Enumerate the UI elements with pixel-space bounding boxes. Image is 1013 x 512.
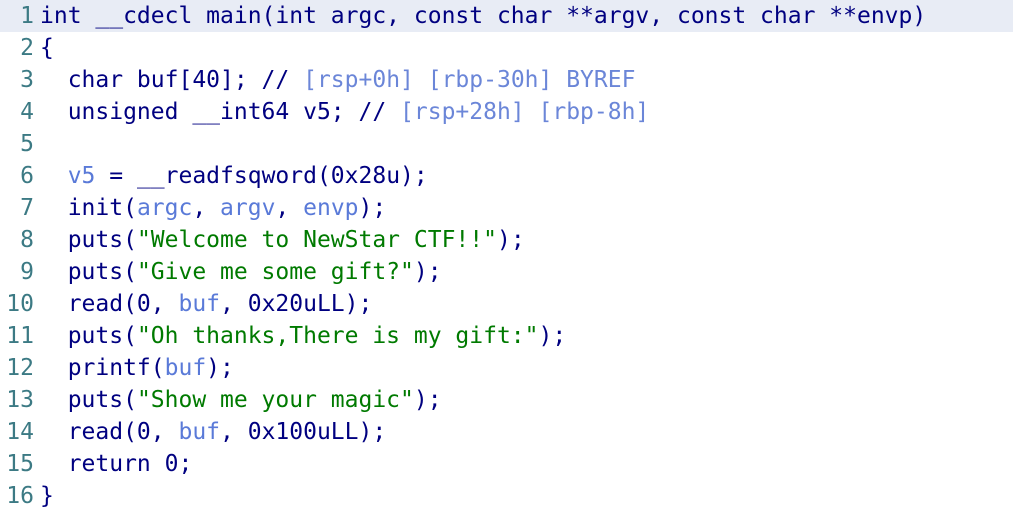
line-number: 3 [20,67,34,93]
comment-address[interactable]: [rsp+28h] [rbp-8h] [400,99,649,125]
code-line[interactable]: 5 [0,128,1013,160]
code-line[interactable]: 7 init(argc, argv, envp); [0,192,1013,224]
identifier[interactable]: v5 [68,163,96,189]
line-number: 1 [20,3,34,29]
code-line[interactable]: 11 puts("Oh thanks,There is my gift:"); [0,320,1013,352]
code-text[interactable]: v5 = __readfsqword(0x28u); [40,160,428,192]
string-literal[interactable]: "Show me your magic" [137,387,414,413]
code-token[interactable]: char buf[40]; // [40,67,303,93]
code-line[interactable]: 4 unsigned __int64 v5; // [rsp+28h] [rbp… [0,96,1013,128]
line-number: 5 [20,131,34,157]
string-literal[interactable]: "Oh thanks,There is my gift:" [137,323,539,349]
identifier[interactable]: envp [303,195,358,221]
code-text[interactable]: puts("Give me some gift?"); [40,256,442,288]
code-token[interactable]: int __cdecl main(int argc, const char **… [40,3,926,29]
code-token[interactable]: , 0x100uLL); [220,419,386,445]
code-text[interactable]: read(0, buf, 0x100uLL); [40,416,387,448]
line-number: 15 [6,451,34,477]
code-token[interactable]: ); [414,387,442,413]
code-token[interactable]: = __readfsqword(0x28u); [95,163,428,189]
code-text[interactable]: { [40,32,54,64]
identifier[interactable]: buf [165,355,207,381]
code-line[interactable]: 6 v5 = __readfsqword(0x28u); [0,160,1013,192]
line-number: 16 [6,483,34,509]
comment-address[interactable]: BYREF [552,67,635,93]
string-literal[interactable]: "Welcome to NewStar CTF!!" [137,227,497,253]
line-number: 2 [20,35,34,61]
code-token[interactable]: ); [359,195,387,221]
code-line[interactable]: 1 int __cdecl main(int argc, const char *… [0,0,1013,32]
code-token[interactable]: read(0, [40,291,178,317]
code-line[interactable]: 16} [0,480,1013,512]
code-token[interactable] [40,163,68,189]
code-text[interactable]: unsigned __int64 v5; // [rsp+28h] [rbp-8… [40,96,650,128]
code-text[interactable]: } [40,480,54,512]
line-number: 8 [20,227,34,253]
code-line[interactable]: 15 return 0; [0,448,1013,480]
code-text[interactable]: int __cdecl main(int argc, const char **… [40,0,926,32]
code-token[interactable]: ); [414,259,442,285]
code-token[interactable]: } [40,483,54,509]
line-number: 4 [20,99,34,125]
code-text[interactable]: puts("Welcome to NewStar CTF!!"); [40,224,525,256]
code-token[interactable]: read(0, [40,419,178,445]
code-line[interactable]: 10 read(0, buf, 0x20uLL); [0,288,1013,320]
code-text[interactable]: puts("Show me your magic"); [40,384,442,416]
code-line[interactable]: 9 puts("Give me some gift?"); [0,256,1013,288]
code-line[interactable]: 12 printf(buf); [0,352,1013,384]
code-token[interactable]: puts( [40,323,137,349]
code-token[interactable]: , [275,195,303,221]
line-number: 11 [6,323,34,349]
line-number: 7 [20,195,34,221]
code-token[interactable]: , [192,195,220,221]
comment-address[interactable]: [rsp+0h] [rbp-30h] [303,67,552,93]
code-text[interactable]: return 0; [40,448,193,480]
string-literal[interactable]: "Give me some gift?" [137,259,414,285]
line-number: 13 [6,387,34,413]
identifier[interactable]: argc [137,195,192,221]
code-text[interactable]: init(argc, argv, envp); [40,192,387,224]
code-line[interactable]: 3 char buf[40]; // [rsp+0h] [rbp-30h] BY… [0,64,1013,96]
code-text[interactable]: char buf[40]; // [rsp+0h] [rbp-30h] BYRE… [40,64,636,96]
code-line[interactable]: 13 puts("Show me your magic"); [0,384,1013,416]
code-token[interactable]: printf( [40,355,165,381]
code-line[interactable]: 14 read(0, buf, 0x100uLL); [0,416,1013,448]
code-token[interactable]: , 0x20uLL); [220,291,372,317]
code-token[interactable]: { [40,35,54,61]
line-number: 10 [6,291,34,317]
code-token[interactable]: unsigned __int64 v5; // [40,99,400,125]
code-line[interactable]: 2{ [0,32,1013,64]
line-number: 9 [20,259,34,285]
code-text[interactable]: printf(buf); [40,352,234,384]
code-text[interactable]: read(0, buf, 0x20uLL); [40,288,373,320]
code-token[interactable]: return 0; [40,451,193,477]
code-token[interactable]: ); [206,355,234,381]
code-token[interactable]: init( [40,195,137,221]
code-token[interactable]: ); [539,323,567,349]
code-line[interactable]: 8 puts("Welcome to NewStar CTF!!"); [0,224,1013,256]
pseudocode-editor[interactable]: 1 int __cdecl main(int argc, const char *… [0,0,1013,509]
code-text[interactable]: puts("Oh thanks,There is my gift:"); [40,320,567,352]
code-token[interactable]: puts( [40,259,137,285]
line-number: 12 [6,355,34,381]
code-token[interactable]: puts( [40,227,137,253]
code-token[interactable]: ); [497,227,525,253]
line-number: 14 [6,419,34,445]
code-token[interactable]: puts( [40,387,137,413]
identifier[interactable]: buf [178,419,220,445]
identifier[interactable]: buf [178,291,220,317]
identifier[interactable]: argv [220,195,275,221]
line-number: 6 [20,163,34,189]
